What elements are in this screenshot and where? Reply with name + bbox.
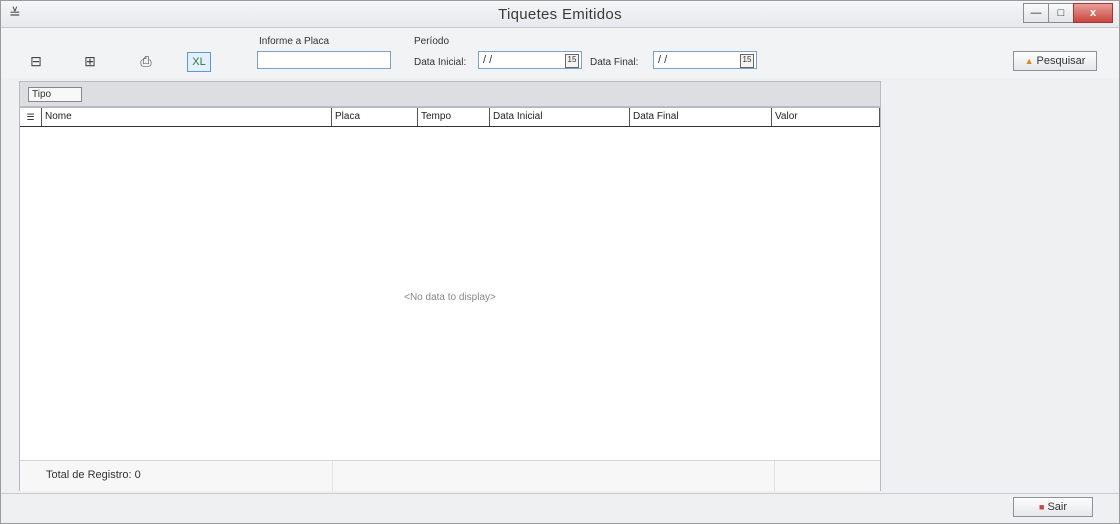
pesquisar-button[interactable]: ▲ Pesquisar — [1013, 51, 1097, 71]
footer-divider — [774, 461, 775, 491]
data-inicial-field[interactable]: / / 15 — [478, 51, 582, 69]
pesquisar-label: Pesquisar — [1036, 55, 1086, 67]
column-header[interactable]: Nome — [42, 108, 332, 126]
column-header[interactable]: Valor — [772, 108, 880, 126]
data-inicial-value: / / — [483, 54, 493, 66]
calendar-icon[interactable]: 15 — [740, 54, 754, 68]
group-chip-tipo[interactable]: Tipo — [28, 87, 82, 102]
window-controls: — □ x — [1023, 3, 1113, 23]
column-header[interactable]: Data Inicial — [490, 108, 630, 126]
footer-divider — [332, 461, 333, 491]
column-header[interactable]: Data Final — [630, 108, 772, 126]
close-button[interactable]: x — [1073, 3, 1113, 23]
tiquetes-window: ≚ Tiquetes Emitidos — □ x ⊟ ⊞ ⎙ XL Infor… — [0, 0, 1120, 524]
print-icon[interactable]: ⎙ — [135, 52, 157, 70]
sair-button[interactable]: ■ Sair — [1013, 497, 1093, 517]
excel-icon[interactable]: XL — [187, 52, 211, 72]
sair-label: Sair — [1047, 501, 1067, 513]
column-header[interactable]: Placa — [332, 108, 418, 126]
column-chooser-icon[interactable]: ☰ — [20, 108, 42, 126]
data-grid: ☰ Nome Placa Tempo Data Inicial Data Fin… — [19, 107, 881, 491]
column-header[interactable]: Tempo — [418, 108, 490, 126]
data-final-value: / / — [658, 54, 668, 66]
grid-header: ☰ Nome Placa Tempo Data Inicial Data Fin… — [20, 108, 880, 127]
calendar-icon[interactable]: 15 — [565, 54, 579, 68]
title-bar: ≚ Tiquetes Emitidos — □ x — [1, 1, 1119, 28]
data-final-field[interactable]: / / 15 — [653, 51, 757, 69]
empty-grid-text: <No data to display> — [404, 292, 496, 303]
data-inicial-label: Data Inicial: — [414, 57, 467, 68]
database-icon[interactable]: ⊟ — [25, 52, 47, 70]
placa-input[interactable] — [257, 51, 391, 69]
tree-icon[interactable]: ⊞ — [79, 52, 101, 70]
search-icon: ▲ — [1024, 56, 1034, 66]
maximize-button[interactable]: □ — [1048, 3, 1074, 23]
group-panel: Tipo — [19, 81, 881, 107]
placa-label: Informe a Placa — [259, 36, 330, 47]
exit-icon: ■ — [1039, 502, 1045, 512]
toolbar: ⊟ ⊞ ⎙ XL Informe a Placa Período Data In… — [1, 28, 1119, 78]
data-final-label: Data Final: — [590, 57, 639, 68]
bottom-divider — [1, 493, 1119, 494]
minimize-button[interactable]: — — [1023, 3, 1049, 23]
window-title: Tiquetes Emitidos — [498, 6, 622, 23]
total-registros: Total de Registro: 0 — [46, 469, 141, 481]
grid-footer: Total de Registro: 0 — [20, 460, 880, 491]
periodo-label: Período — [414, 36, 450, 47]
